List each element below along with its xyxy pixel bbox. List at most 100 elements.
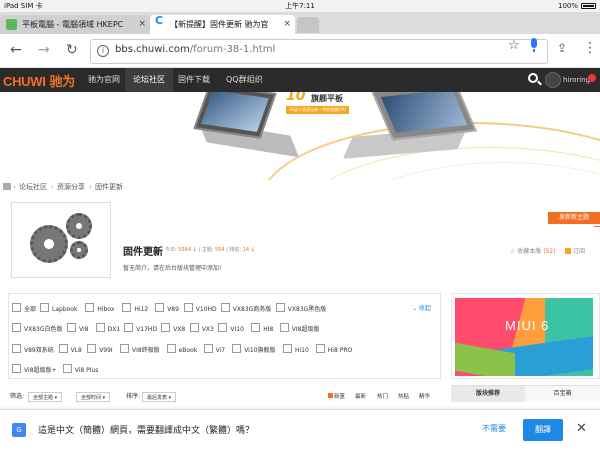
avatar[interactable] (545, 72, 561, 88)
tab-chuwi-active[interactable]: 【新提醒】固件更新 驰为官 × (150, 15, 295, 34)
device-tag[interactable]: Lapbook (40, 303, 77, 313)
device-tag[interactable]: VX3 (190, 323, 214, 333)
breadcrumb-firmware[interactable]: 固件更新 (95, 180, 123, 194)
browser-toolbar: ← → ↻ i bbs.chuwi.com/forum-38-1.html ☆ … (0, 34, 600, 68)
breadcrumb-forum[interactable]: 论坛社区 (19, 180, 47, 194)
forum-stats: 今日: 5564 ↓ | 主题: 554 | 排名: 14 ↓ (165, 247, 255, 253)
promo-title: 旗舰平板 (311, 94, 343, 103)
nav-firmware[interactable]: 固件下载 (170, 68, 218, 92)
device-tag[interactable]: Hibox (85, 303, 114, 313)
device-tag[interactable]: VI10 (218, 323, 244, 333)
breadcrumb-separator: › (89, 183, 92, 191)
device-tag[interactable]: DX1 (96, 323, 121, 333)
device-tag[interactable]: V89 (155, 303, 179, 313)
notification-badge-icon[interactable] (588, 74, 596, 82)
device-tag[interactable]: Vi10旗舰版 (232, 344, 275, 354)
chuwi-logo[interactable]: CHUWI 驰为 (3, 71, 75, 90)
collapse-toggle[interactable]: ⌄ 收起 (412, 303, 431, 312)
tab-hkepc[interactable]: 平板電腦 - 電腦領域 HKEPC × (0, 15, 150, 34)
device-tag[interactable]: Vi8超级版+ (12, 364, 57, 374)
device-tag[interactable]: Hi12 (122, 303, 148, 313)
new-tab-button[interactable] (297, 17, 319, 33)
device-tag[interactable]: Hi8 PRO (316, 344, 352, 354)
reload-icon[interactable]: ↻ (66, 42, 78, 58)
device-tag[interactable]: eBook (167, 344, 198, 354)
new-topic-button[interactable]: 发新新主题 (548, 212, 600, 224)
tab-toolbox[interactable]: 百宝箱 (525, 386, 600, 402)
forum-gear-icon (11, 202, 111, 278)
site-navbar: CHUWI 驰为 驰为官网 论坛社区 固件下载 QQ群组织 hiroring (0, 68, 600, 92)
filter-bar: 筛选: 全部主题 ▾ 全部时间 ▾ 排序: 最后发表 ▾ 新篮 最新 热门 热贴… (8, 390, 441, 404)
battery-icon (581, 3, 596, 9)
breadcrumb: › 论坛社区 › 资源分享 › 固件更新 (0, 180, 600, 194)
device-tag[interactable]: Vi7 (204, 344, 225, 354)
device-tag[interactable]: Vi8 (67, 323, 88, 333)
miui-ad-image[interactable]: MIUI 6 (455, 298, 593, 376)
topic-filter-select[interactable]: 全部主题 ▾ (28, 392, 63, 402)
promo-subtitle: 18英寸高清全新一代处理器CPU (286, 106, 350, 114)
sidebar-tabs: 版块推荐 百宝箱 (451, 385, 600, 402)
sort-label: 排序: (126, 393, 141, 400)
device-tag[interactable]: 全部 (12, 303, 36, 313)
chuwi-favicon-icon: C (155, 14, 164, 27)
divider (594, 226, 600, 227)
url-path: /forum-38-1.html (189, 44, 276, 55)
gear-icon (70, 241, 88, 259)
tab-close-icon[interactable]: × (138, 15, 146, 34)
search-icon[interactable] (528, 73, 538, 83)
device-tag[interactable]: VL8 (59, 344, 82, 354)
username-label[interactable]: hiroring (563, 68, 590, 92)
device-tag[interactable]: VI8终极版 (120, 344, 160, 354)
bookmark-star-icon[interactable]: ☆ (508, 38, 520, 53)
device-tag[interactable]: Vi8 Plus (63, 364, 99, 374)
status-bar: iPad SIM 卡 上午7:11 100% (0, 0, 600, 12)
ad-title: MIUI 6 (505, 318, 550, 333)
filter-hot-posts[interactable]: 热贴 (398, 390, 409, 404)
nav-forum[interactable]: 论坛社区 (125, 68, 173, 92)
decline-translate-button[interactable]: 不需要 (482, 423, 506, 434)
url-host: bbs.chuwi.com (115, 44, 190, 55)
tab-close-icon[interactable]: × (283, 15, 291, 34)
device-tag[interactable]: V10HD (184, 303, 217, 313)
device-tag[interactable]: V89双系统 (12, 344, 54, 354)
menu-icon[interactable]: ⋮ (583, 41, 597, 55)
back-icon[interactable]: ← (10, 42, 22, 58)
device-tag[interactable]: VX8 (161, 323, 185, 333)
device-tag[interactable]: HI8 (251, 323, 273, 333)
address-bar[interactable]: i bbs.chuwi.com/forum-38-1.html (90, 39, 548, 64)
nav-official-site[interactable]: 驰为官网 (80, 68, 128, 92)
tab-title: 【新提醒】固件更新 驰为官 (170, 20, 269, 29)
home-icon[interactable] (3, 183, 11, 190)
device-tag[interactable]: VI8超级版 (280, 323, 320, 333)
gear-icon (66, 213, 92, 239)
rss-subscribe-link[interactable]: 订阅 (565, 246, 585, 255)
device-tag[interactable]: VX83G白色版 (12, 323, 63, 333)
browser-window: iPad SIM 卡 上午7:11 100% 平板電腦 - 電腦領域 HKEPC… (0, 0, 600, 450)
battery-percent: 100% (557, 2, 578, 10)
filter-new-window-checkbox[interactable]: 新篮 (328, 390, 345, 404)
url-text: bbs.chuwi.com/forum-38-1.html (115, 44, 275, 55)
favorite-forum-link[interactable]: ☆ 收藏本版 (52) (510, 246, 556, 255)
filter-digest[interactable]: 精华 (419, 390, 430, 404)
tab-recommended-forums[interactable]: 版块推荐 (451, 386, 525, 402)
share-icon[interactable]: ⇪ (557, 41, 567, 55)
time-filter-select[interactable]: 全部时间 ▾ (76, 392, 111, 402)
nav-qq-groups[interactable]: QQ群组织 (218, 68, 271, 92)
device-tag[interactable]: VX83G商务版 (221, 303, 272, 313)
forward-icon[interactable]: → (38, 42, 50, 58)
sort-select[interactable]: 最后发表 ▾ (142, 392, 177, 402)
breadcrumb-resources[interactable]: 资源分享 (57, 180, 85, 194)
microphone-icon[interactable] (530, 38, 538, 52)
close-icon[interactable]: ✕ (576, 421, 587, 436)
filter-hot[interactable]: 热门 (377, 390, 388, 404)
device-tag[interactable]: VX83G黑色版 (276, 303, 327, 313)
device-tag[interactable]: V99I (87, 344, 113, 354)
promo-banner[interactable]: 10 旗舰平板 18英寸高清全新一代处理器CPU (0, 92, 600, 180)
device-tag[interactable]: V17HD (124, 323, 157, 333)
forum-title: 固件更新 (123, 247, 163, 258)
filter-latest[interactable]: 最新 (355, 390, 366, 404)
info-icon[interactable]: i (97, 45, 109, 57)
device-tag[interactable]: Hi10 (283, 344, 309, 354)
translate-button[interactable]: 翻譯 (523, 419, 563, 441)
tab-title: 平板電腦 - 電腦領域 HKEPC (22, 20, 124, 29)
